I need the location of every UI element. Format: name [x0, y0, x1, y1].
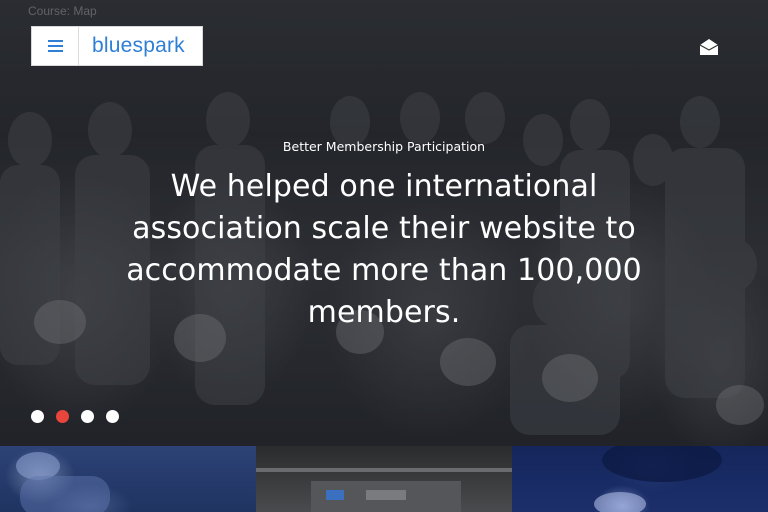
brand-logo[interactable]: bluespark: [79, 34, 202, 58]
interior-photo: [256, 468, 512, 512]
envelope-icon: [699, 39, 719, 55]
background-sign-text: Course: Map: [28, 4, 97, 18]
slide-dot-4[interactable]: [106, 410, 119, 423]
contact-button[interactable]: [698, 38, 720, 56]
feature-tile-climber[interactable]: [0, 446, 256, 512]
climber-photo: [16, 452, 110, 512]
slider-pagination: [31, 410, 119, 423]
feature-tile-interior[interactable]: [256, 446, 512, 512]
hero-headline: We helped one international association …: [126, 169, 642, 330]
hamburger-icon: [47, 40, 63, 52]
page: Course: Map bluespark Better Membership …: [0, 0, 768, 512]
night-tree-photo: [594, 446, 722, 512]
hero-kicker: Better Membership Participation: [282, 139, 486, 154]
slide-dot-1[interactable]: [31, 410, 44, 423]
menu-button[interactable]: [32, 27, 79, 65]
feature-tile-night[interactable]: [512, 446, 768, 512]
site-header: bluespark: [31, 26, 203, 66]
slide-dot-2[interactable]: [56, 410, 69, 423]
hero-banner: Course: Map bluespark Better Membership …: [0, 0, 768, 446]
slide-dot-3[interactable]: [81, 410, 94, 423]
feature-tiles: [0, 446, 768, 512]
